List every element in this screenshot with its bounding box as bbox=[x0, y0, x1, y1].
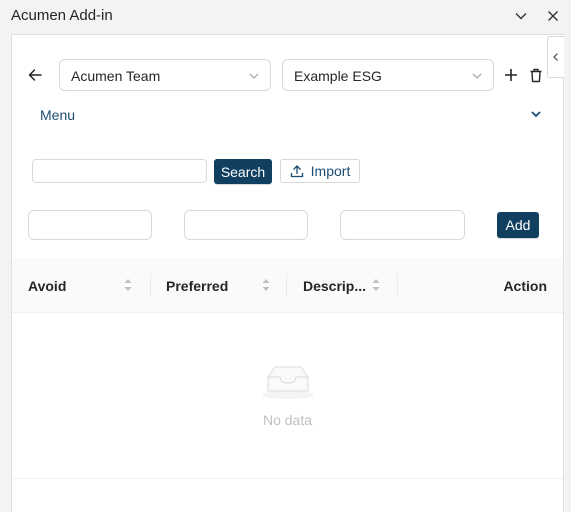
column-header-action: Action bbox=[398, 258, 563, 313]
add-button-label: Add bbox=[505, 217, 531, 233]
import-button-label: Import bbox=[310, 163, 351, 179]
side-collapse-tab[interactable] bbox=[547, 36, 564, 78]
back-button[interactable] bbox=[24, 64, 46, 86]
search-button[interactable]: Search bbox=[214, 159, 272, 184]
empty-inbox-icon bbox=[262, 366, 314, 399]
add-list-button[interactable] bbox=[502, 66, 520, 84]
description-input[interactable] bbox=[340, 210, 465, 240]
team-select-value: Acumen Team bbox=[71, 68, 161, 84]
close-icon[interactable] bbox=[543, 6, 563, 26]
column-label-preferred: Preferred bbox=[166, 278, 229, 294]
back-arrow-icon bbox=[28, 69, 42, 81]
column-label-description: Descrip... bbox=[303, 278, 367, 294]
trash-icon bbox=[530, 68, 542, 82]
chevron-down-icon bbox=[531, 111, 541, 118]
column-header-avoid[interactable]: Avoid bbox=[12, 258, 151, 313]
list-select-value: Example ESG bbox=[294, 68, 382, 84]
column-header-description[interactable]: Descrip... bbox=[287, 258, 398, 313]
avoid-input[interactable] bbox=[28, 210, 152, 240]
window-title: Acumen Add-in bbox=[11, 7, 113, 24]
menu-collapse[interactable]: Menu bbox=[30, 103, 550, 127]
column-label-action: Action bbox=[503, 278, 547, 294]
search-button-label: Search bbox=[220, 163, 266, 180]
column-label-avoid: Avoid bbox=[28, 278, 67, 294]
upload-icon bbox=[290, 165, 303, 178]
title-bar: Acumen Add-in bbox=[0, 0, 571, 34]
chevron-down-icon bbox=[472, 73, 482, 79]
sort-icon bbox=[372, 279, 380, 291]
column-header-preferred[interactable]: Preferred bbox=[151, 258, 287, 313]
menu-label: Menu bbox=[40, 107, 76, 123]
chevron-down-icon bbox=[249, 73, 259, 79]
list-select[interactable]: Example ESG bbox=[282, 59, 494, 91]
empty-text: No data bbox=[262, 412, 313, 428]
table-header: Avoid Preferred Descrip... Action bbox=[12, 258, 563, 313]
import-button[interactable]: Import bbox=[280, 159, 360, 183]
add-button[interactable]: Add bbox=[497, 212, 539, 238]
plus-icon bbox=[505, 69, 517, 81]
search-input[interactable] bbox=[32, 159, 207, 183]
table-empty-state: No data bbox=[12, 313, 563, 479]
team-select[interactable]: Acumen Team bbox=[59, 59, 271, 91]
preferred-input[interactable] bbox=[184, 210, 308, 240]
sort-icon bbox=[124, 279, 132, 291]
delete-list-button[interactable] bbox=[527, 66, 545, 84]
collapse-chevron-icon[interactable] bbox=[511, 6, 531, 26]
sort-icon bbox=[262, 279, 270, 291]
chevron-left-icon bbox=[553, 53, 558, 61]
